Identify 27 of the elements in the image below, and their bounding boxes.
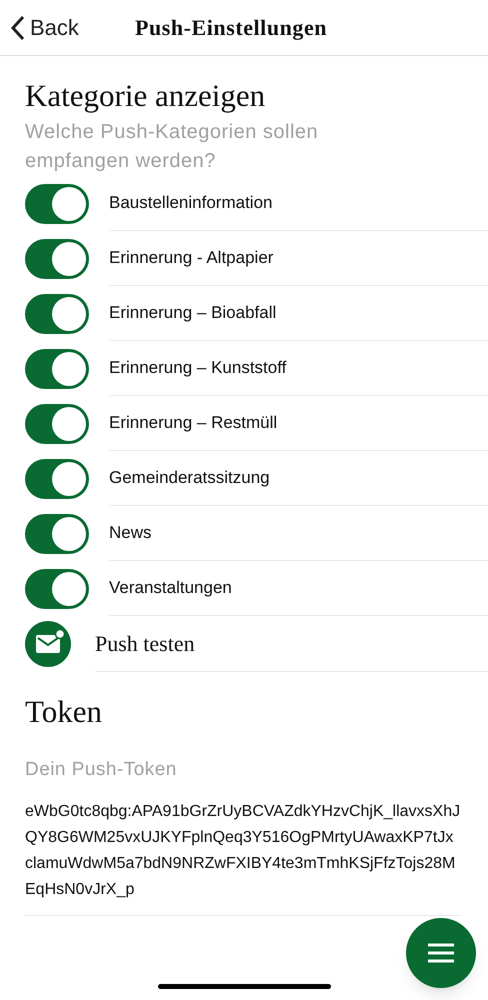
toggle-switch[interactable] bbox=[25, 348, 89, 388]
toggle-switch[interactable] bbox=[25, 238, 89, 278]
category-label: Baustelleninformation bbox=[109, 192, 272, 214]
toggle-switch[interactable] bbox=[25, 458, 89, 498]
token-label: Dein Push-Token bbox=[25, 758, 178, 782]
category-label: Erinnerung – Kunststoff bbox=[109, 357, 286, 380]
category-label: Erinnerung - Altpapier bbox=[109, 247, 274, 270]
mail-icon[interactable] bbox=[25, 621, 71, 667]
section-heading: Kategorie anzeigen bbox=[25, 77, 266, 115]
test-push-link[interactable]: Push testen bbox=[95, 627, 195, 660]
menu-icon bbox=[428, 943, 454, 963]
screen-title: Push-Einstellungen bbox=[135, 14, 328, 42]
chevron-left-icon bbox=[10, 14, 26, 42]
token-value: eWbG0tc8qbg:APA91bGrZrUyBCVAZdkYHzvChjK_llavxsXhJQY8G6WM25vxUJKYFplnQeq3Y516OgPMrtyUAwaxKP7tJxclamuWdwM5a7bdN9NRZwFXIBY4te3mTmhKSjFfzTojs28MEqHsN0vJrX_p bbox=[25, 798, 461, 916]
category-label: Veranstaltungen bbox=[109, 577, 232, 600]
toggle-switch[interactable] bbox=[25, 404, 89, 444]
section-heading: Token bbox=[25, 693, 104, 731]
toggle-switch[interactable] bbox=[25, 514, 89, 554]
category-label: Erinnerung – Restmüll bbox=[109, 412, 278, 434]
back-button[interactable]: Back bbox=[10, 11, 79, 44]
toggle-switch[interactable] bbox=[25, 568, 89, 608]
toggle-switch[interactable] bbox=[25, 294, 89, 334]
category-label: Gemeinderatssitzung bbox=[109, 467, 270, 490]
category-label: News bbox=[109, 522, 152, 544]
category-label: Erinnerung – Bioabfall bbox=[109, 302, 276, 324]
toggle-switch[interactable] bbox=[25, 184, 89, 224]
section-subtitle: Welche Push-Kategorien sollen empfangen werden? bbox=[25, 120, 320, 174]
